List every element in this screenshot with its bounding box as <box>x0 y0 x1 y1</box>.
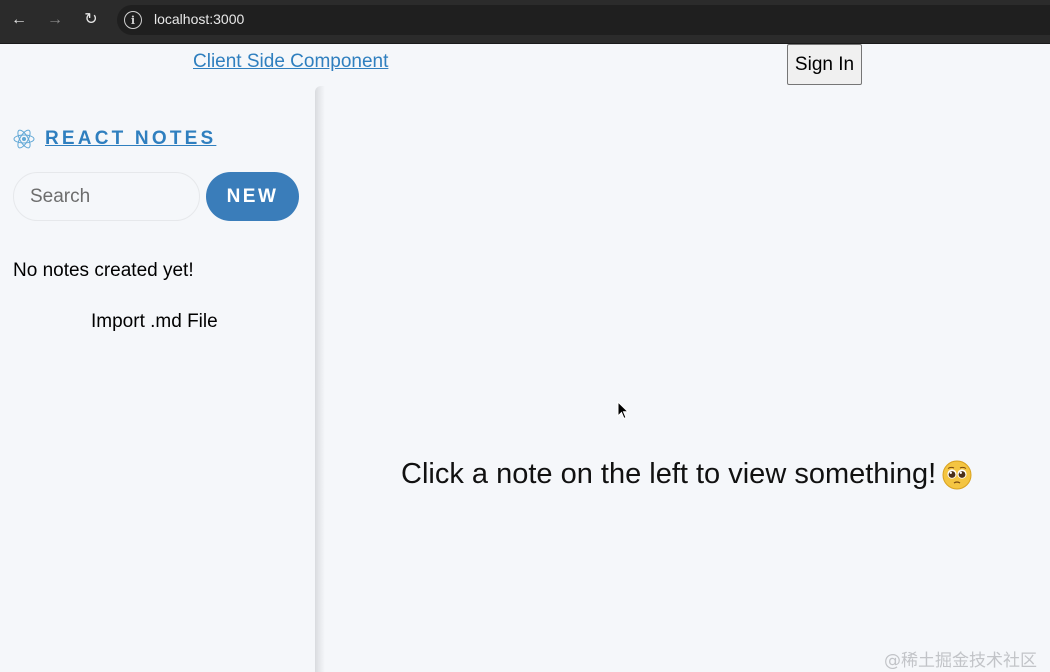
search-input[interactable] <box>13 172 200 221</box>
browser-toolbar: ← → ↻ i localhost:3000 <box>0 0 1050 44</box>
client-side-component-link[interactable]: Client Side Component <box>193 51 388 73</box>
forward-icon[interactable]: → <box>44 9 66 31</box>
back-icon[interactable]: ← <box>8 9 30 31</box>
mouse-cursor-icon <box>617 401 629 420</box>
info-icon[interactable]: i <box>124 11 142 29</box>
empty-notes-message: No notes created yet! <box>13 260 194 281</box>
new-note-button[interactable]: NEW <box>206 172 299 221</box>
watermark: @稀土掘金技术社区 <box>884 651 1037 671</box>
address-bar[interactable] <box>117 5 1050 35</box>
sidebar-divider <box>315 86 325 672</box>
react-logo-icon <box>13 129 35 149</box>
import-md-file[interactable]: Import .md File <box>91 311 218 333</box>
note-placeholder: Click a note on the left to view somethi… <box>401 458 937 490</box>
brand-title[interactable]: REACT NOTES <box>45 128 216 150</box>
pleading-face-icon <box>942 460 972 490</box>
reload-icon[interactable]: ↻ <box>80 9 102 31</box>
url-text[interactable]: localhost:3000 <box>154 11 244 27</box>
sign-in-button[interactable]: Sign In <box>787 44 862 85</box>
